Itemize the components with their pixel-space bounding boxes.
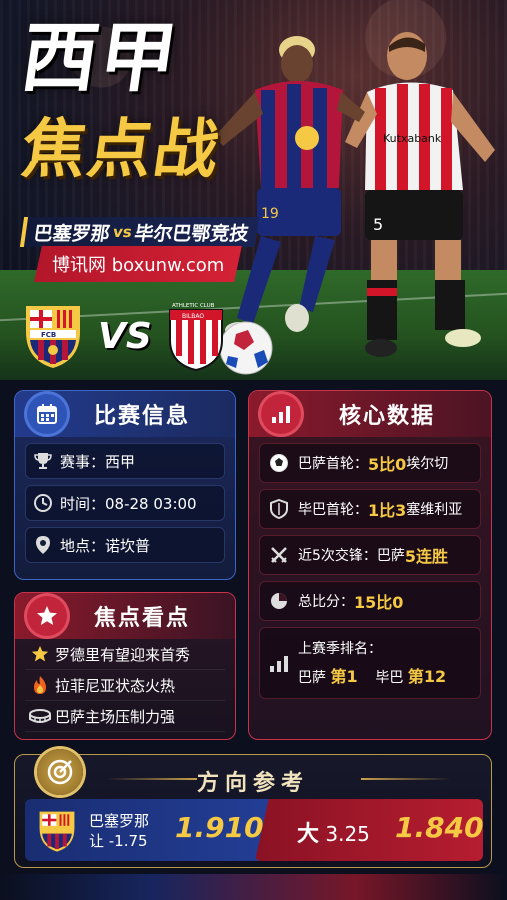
reference-title: 方向参考 <box>196 771 309 796</box>
calendar-icon <box>27 394 67 434</box>
handicap-odds-value: 1.910 <box>175 811 264 844</box>
bilbao-player-image: Kutxabank 5 <box>345 32 495 357</box>
soccer-ball-image <box>219 321 273 375</box>
pie-chart-icon <box>260 591 298 611</box>
focus-item-text: 巴萨主场压制力强 <box>55 707 176 726</box>
stat-row-aggregate: 总比分： 15比0 <box>259 581 481 621</box>
stat-h2h-prefix: 近5次交锋：巴萨 <box>298 548 405 564</box>
total-goals-line: 大 3.25 <box>297 816 370 848</box>
title-focus-match: 焦点战 <box>16 113 226 187</box>
total-goals-value: 3.25 <box>325 822 370 846</box>
focus-item-text: 罗德里有望迎来首秀 <box>55 645 191 664</box>
total-over-label: 大 <box>297 822 320 847</box>
athletic-bilbao-crest-icon: ATHLETIC CLUB BILBAO <box>168 303 223 372</box>
stat-h2h-streak: 5连胜 <box>404 547 449 566</box>
stat-row-barca-opening: 巴萨首轮： 5比0 埃尔切 <box>259 443 481 483</box>
stadium-icon <box>25 708 55 724</box>
soccer-ball-icon <box>260 453 298 473</box>
info-venue-text: 地点：诺坎普 <box>60 536 151 555</box>
stat-bilbao-score: 1比3 <box>368 501 407 520</box>
ranking-label: 上赛季排名： <box>298 640 382 657</box>
ranking-text-block: 上赛季排名： 巴萨 第1 毕巴 第12 <box>298 635 446 692</box>
crest-row: FCB VS ATHLETIC CLUB BILBAO <box>22 300 226 372</box>
vs-label: vs <box>111 223 133 241</box>
svg-text:FCB: FCB <box>41 331 56 339</box>
stat-barca-score: 5比0 <box>368 455 407 474</box>
handicap-line: 让 -1.75 <box>89 832 148 850</box>
title-league: 西甲 <box>15 13 185 102</box>
ranking-bars-icon <box>260 653 298 673</box>
focus-item: 罗德里有望迎来首秀 <box>25 639 225 670</box>
barcelona-crest-small-icon <box>39 811 75 852</box>
fire-icon <box>25 675 55 695</box>
away-team-name: 毕尔巴鄂竞技 <box>132 222 251 245</box>
info-row-venue: 地点：诺坎普 <box>25 527 225 563</box>
home-team-name: 巴塞罗那 <box>32 222 112 245</box>
stat-aggregate-score: 15比0 <box>354 593 404 612</box>
crossed-swords-icon <box>260 545 298 565</box>
clock-icon <box>26 493 60 513</box>
svg-text:BILBAO: BILBAO <box>182 313 204 320</box>
location-pin-icon <box>26 535 60 555</box>
stat-bilbao-prefix: 毕巴首轮： <box>298 502 368 518</box>
trophy-icon <box>26 451 60 471</box>
info-time-text: 时间：08-28 03:00 <box>60 494 197 513</box>
match-info-title: 比赛信息 <box>93 404 190 429</box>
stat-aggregate-prefix: 总比分： <box>298 594 354 610</box>
info-row-competition: 赛事：西甲 <box>25 443 225 479</box>
ranking-home-team: 巴萨 <box>298 669 326 686</box>
site-link[interactable]: 博讯网 boxunw.com <box>34 246 243 282</box>
focus-header: 焦点看点 <box>15 593 235 639</box>
ranking-away-rank: 第12 <box>407 666 447 686</box>
ranking-values: 巴萨 第1 毕巴 第12 <box>298 663 446 692</box>
star-icon <box>25 645 55 663</box>
hero-banner: Kutxabank 5 19 西甲 焦点战 巴塞罗那 vs 毕尔巴鄂竞技 博讯网… <box>0 0 507 380</box>
svg-text:5: 5 <box>373 215 383 234</box>
footer-stripe <box>0 874 507 900</box>
focus-item: 拉菲尼亚状态火热 <box>25 670 225 701</box>
shield-icon <box>260 499 298 519</box>
ranking-away-team: 毕巴 <box>375 669 404 686</box>
star-badge-icon <box>27 596 67 636</box>
core-data-title: 核心数据 <box>338 404 435 429</box>
stat-bilbao-opponent: 塞维利亚 <box>406 502 463 518</box>
info-competition-text: 赛事：西甲 <box>60 452 136 471</box>
barca-player-image: 19 <box>215 36 365 338</box>
handicap-odds-card[interactable]: 巴塞罗那 让 -1.75 1.910 <box>25 799 275 861</box>
stat-row-head-to-head: 近5次交锋：巴萨 5连胜 <box>259 535 481 575</box>
core-data-panel: 核心数据 巴萨首轮： 5比0 埃尔切 毕巴首轮： 1比3 塞维利亚 近5次交锋：… <box>248 390 492 740</box>
ranking-home-rank: 第1 <box>330 666 358 686</box>
stat-barca-opponent: 埃尔切 <box>406 456 449 472</box>
stat-row-ranking: 上赛季排名： 巴萨 第1 毕巴 第12 <box>259 627 481 699</box>
stat-barca-prefix: 巴萨首轮： <box>298 456 368 472</box>
match-info-header: 比赛信息 <box>15 391 235 437</box>
bar-chart-icon <box>261 394 301 434</box>
svg-text:ATHLETIC CLUB: ATHLETIC CLUB <box>172 303 215 309</box>
core-data-header: 核心数据 <box>249 391 491 437</box>
barcelona-crest-icon: FCB <box>26 306 80 368</box>
bilbao-shirt-sponsor: Kutxabank <box>383 132 442 145</box>
matchup-banner: 巴塞罗那 vs 毕尔巴鄂竞技 <box>19 217 259 247</box>
focus-panel: 焦点看点 罗德里有望迎来首秀 拉菲尼亚状态火热 巴萨主场压制力强 <box>14 592 236 740</box>
crest-vs-label: VS <box>98 315 152 357</box>
direction-reference-panel: 方向参考 巴塞罗那 让 -1.75 1.910 大 3.25 1.840 <box>14 749 492 868</box>
handicap-team-name: 巴塞罗那 <box>89 812 150 830</box>
svg-text:19: 19 <box>261 206 279 222</box>
total-goals-odds-card[interactable]: 大 3.25 1.840 <box>255 799 483 861</box>
total-goals-odds-value: 1.840 <box>395 811 484 844</box>
handicap-team-block: 巴塞罗那 让 -1.75 <box>89 811 149 851</box>
focus-title: 焦点看点 <box>93 606 190 631</box>
site-link-text: 博讯网 boxunw.com <box>52 255 225 276</box>
focus-item: 巴萨主场压制力强 <box>25 701 225 732</box>
focus-item-text: 拉菲尼亚状态火热 <box>55 676 176 695</box>
match-info-panel: 比赛信息 赛事：西甲 时间：08-28 03:00 地点：诺坎普 <box>14 390 236 580</box>
info-row-time: 时间：08-28 03:00 <box>25 485 225 521</box>
stat-row-bilbao-opening: 毕巴首轮： 1比3 塞维利亚 <box>259 489 481 529</box>
